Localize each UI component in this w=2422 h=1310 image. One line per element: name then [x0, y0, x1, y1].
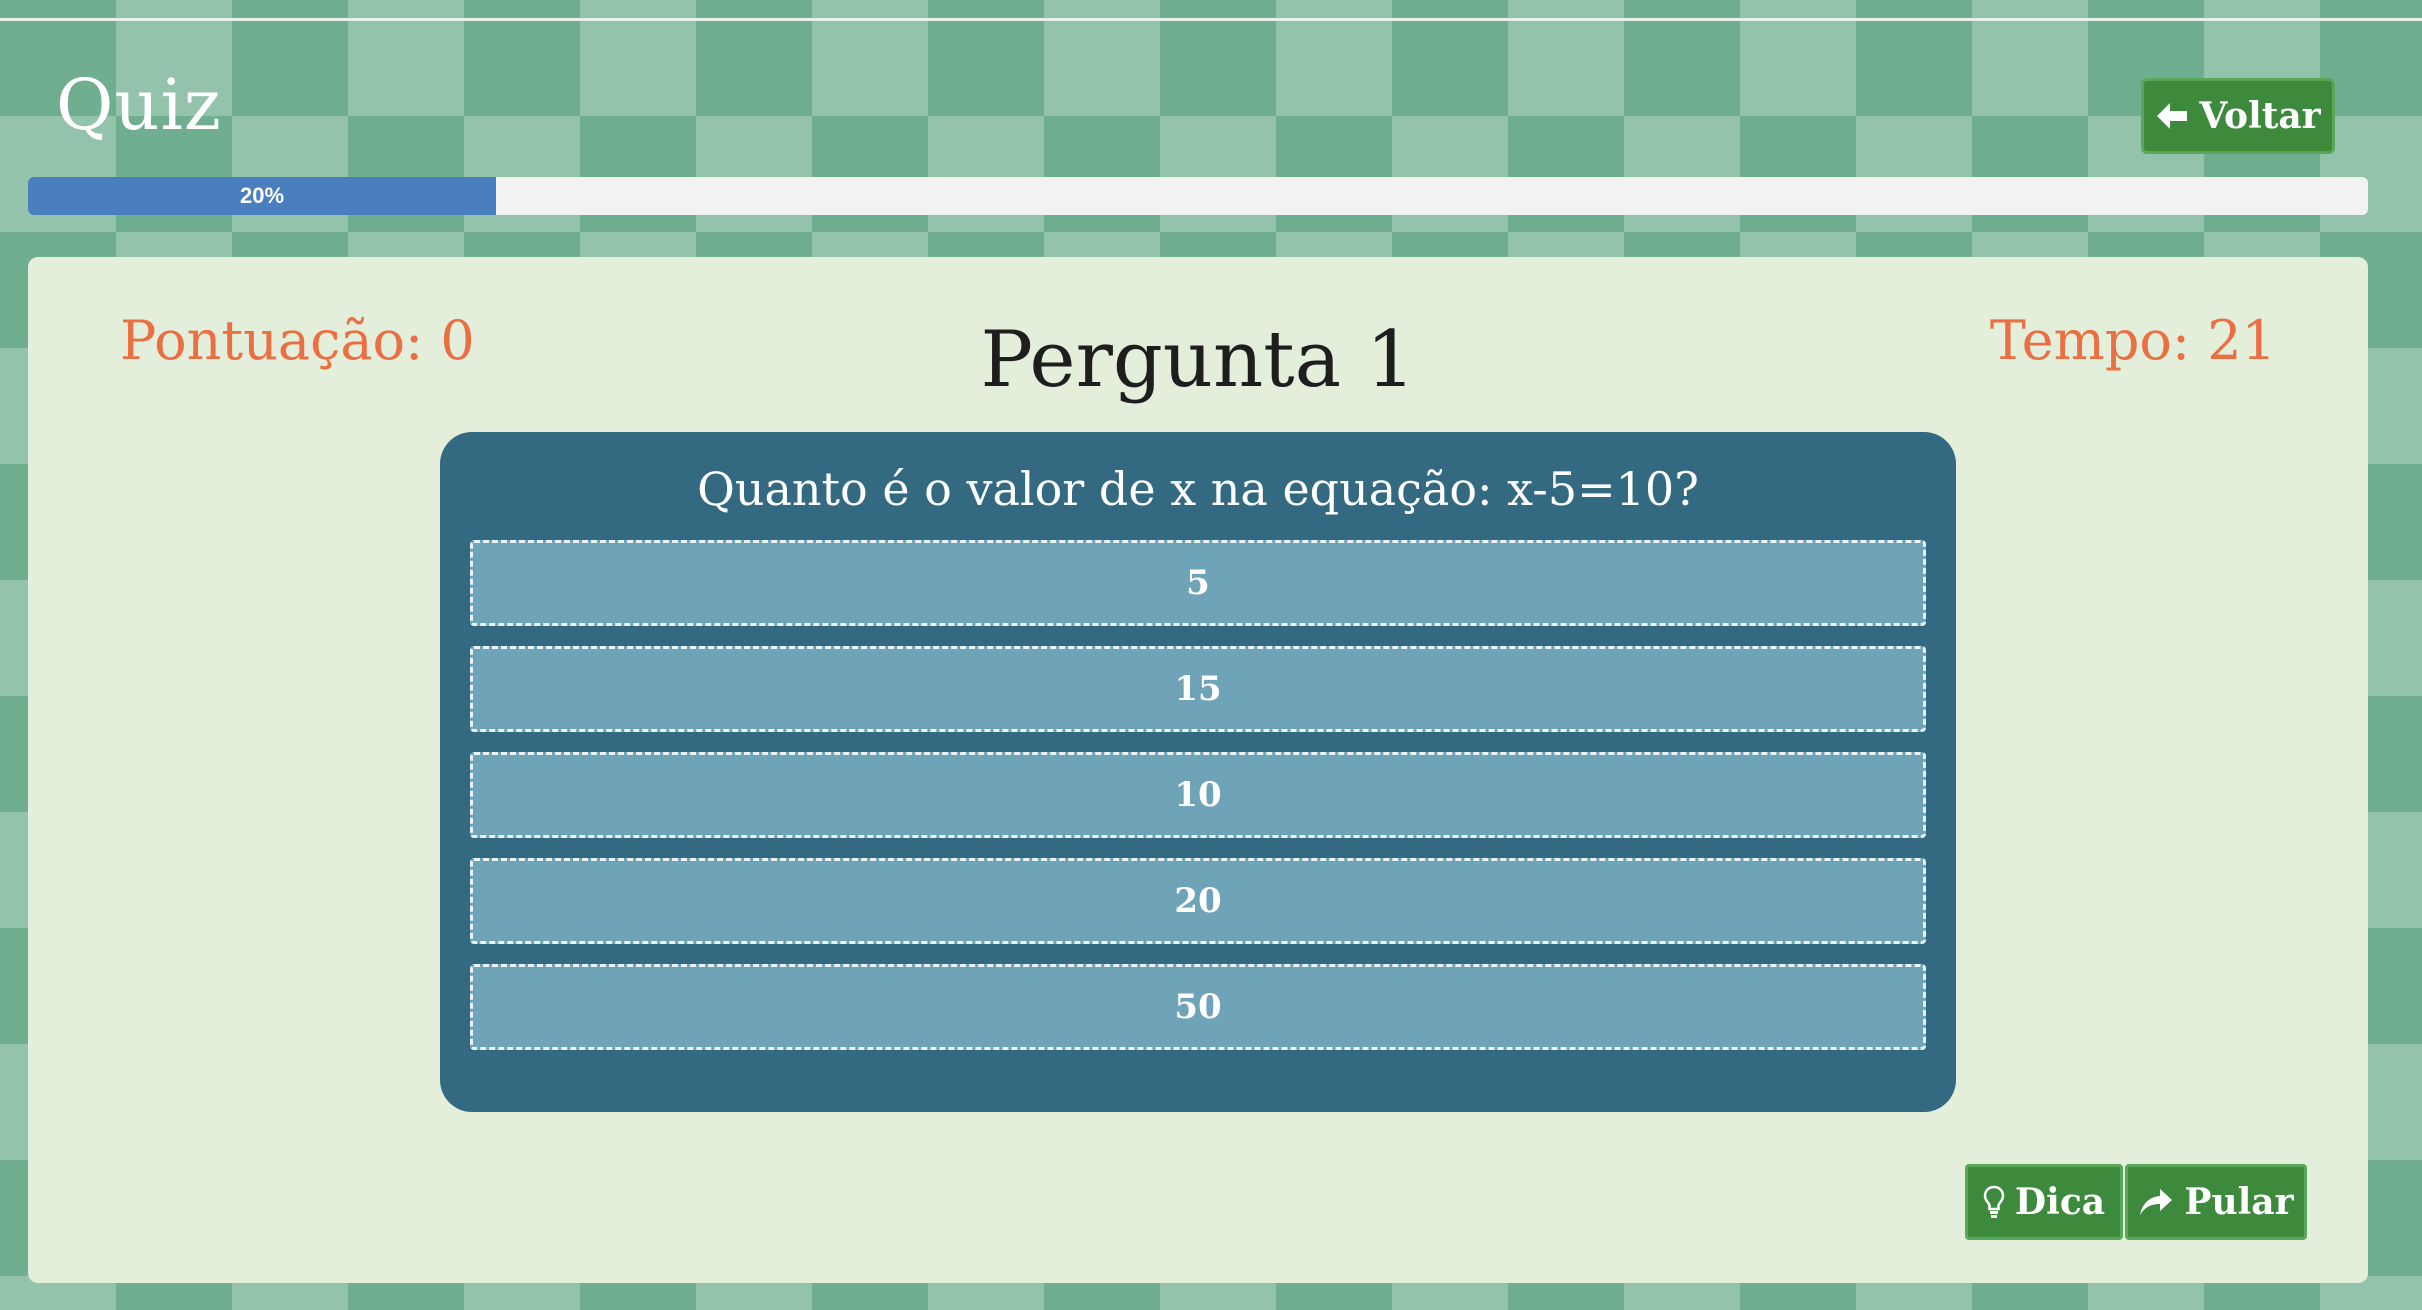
progress-label: 20%	[239, 183, 285, 208]
progress-bar-fill: 20%	[28, 177, 496, 215]
top-divider	[0, 18, 2422, 21]
answer-option[interactable]: 50	[470, 964, 1926, 1050]
answer-option[interactable]: 5	[470, 540, 1926, 626]
question-card: Quanto é o valor de x na equação: x-5=10…	[440, 432, 1956, 1112]
app-title: Quiz	[56, 64, 222, 146]
skip-button-label: Pular	[2184, 1181, 2294, 1223]
answer-option[interactable]: 20	[470, 858, 1926, 944]
question-text: Quanto é o valor de x na equação: x-5=10…	[697, 462, 1699, 516]
answer-options: 5 15 10 20 50	[470, 540, 1926, 1070]
timer-display: Tempo: 21	[1989, 309, 2276, 372]
share-arrow-icon	[2138, 1187, 2174, 1217]
hint-button[interactable]: Dica	[1965, 1164, 2123, 1240]
back-button-label: Voltar	[2199, 95, 2321, 137]
progress-bar: 20%	[28, 177, 2368, 215]
answer-option[interactable]: 10	[470, 752, 1926, 838]
lightbulb-icon	[1983, 1185, 2005, 1219]
hint-button-label: Dica	[2014, 1181, 2106, 1223]
answer-option[interactable]: 15	[470, 646, 1926, 732]
arrow-left-icon	[2155, 101, 2189, 131]
quiz-panel: Pontuação: 0 Pergunta 1 Tempo: 21 Quanto…	[28, 257, 2368, 1283]
skip-button[interactable]: Pular	[2125, 1164, 2307, 1240]
back-button[interactable]: Voltar	[2141, 78, 2335, 154]
